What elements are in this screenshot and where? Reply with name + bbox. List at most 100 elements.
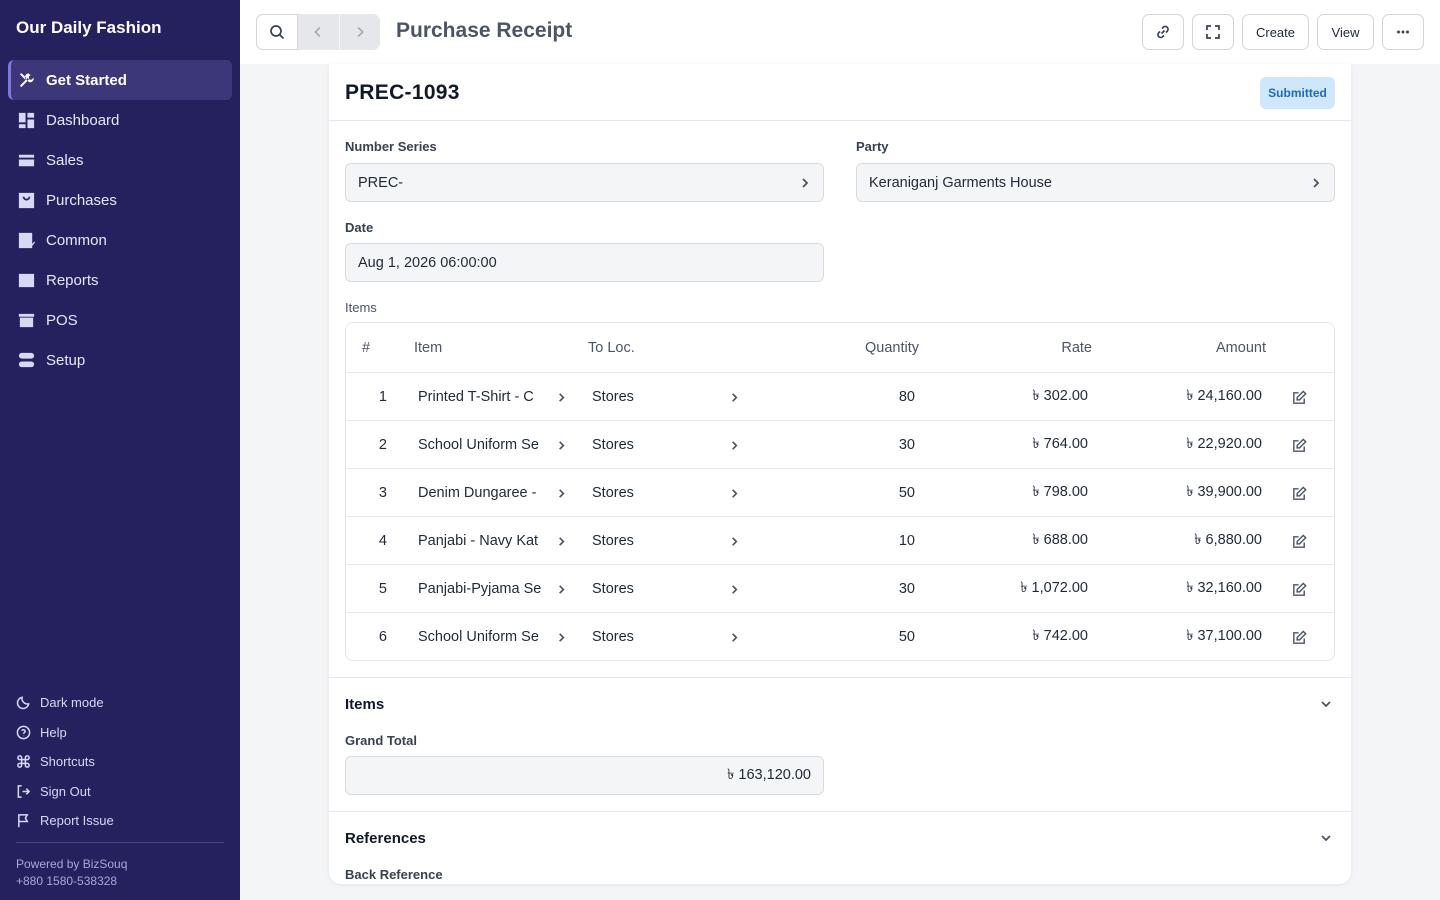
sidebar-item-common[interactable]: Common bbox=[8, 220, 232, 260]
sidebar-item-label: POS bbox=[46, 311, 78, 329]
sidebar-item-purchases[interactable]: Purchases bbox=[8, 180, 232, 220]
party-field[interactable]: Keraniganj Garments House bbox=[856, 163, 1335, 202]
table-row[interactable]: 3 Denim Dungaree - Stores 50 ৳ 798.00 ৳ 39,90… bbox=[346, 468, 1334, 516]
back-reference-label: Back Reference bbox=[345, 867, 443, 882]
table-row[interactable]: 5 Panjabi-Pyjama Se Stores 30 ৳ 1,072.00 ৳ 32… bbox=[346, 564, 1334, 612]
row-to-loc[interactable]: Stores bbox=[592, 373, 712, 421]
edit-icon[interactable] bbox=[1291, 565, 1311, 613]
row-to-loc[interactable]: Stores bbox=[592, 421, 712, 469]
references-section-title: References bbox=[345, 830, 426, 847]
document-title: PREC-1093 bbox=[345, 81, 460, 104]
edit-icon[interactable] bbox=[1291, 373, 1311, 421]
edit-icon[interactable] bbox=[1291, 517, 1311, 565]
edit-icon[interactable] bbox=[1291, 613, 1311, 660]
row-to-loc[interactable]: Stores bbox=[592, 469, 712, 517]
chevron-right-icon[interactable] bbox=[556, 421, 568, 469]
row-amount: ৳ 22,920.00 bbox=[1186, 436, 1262, 452]
edit-icon[interactable] bbox=[1291, 421, 1311, 469]
view-button[interactable]: View bbox=[1317, 14, 1374, 50]
sidebar-item-setup[interactable]: Setup bbox=[8, 340, 232, 380]
report-issue-link[interactable]: Report Issue bbox=[16, 806, 224, 836]
grand-total-value: ৳ 163,120.00 bbox=[727, 766, 811, 783]
sidebar-item-get-started[interactable]: Get Started bbox=[8, 60, 232, 100]
items-section-title: Items bbox=[345, 696, 385, 713]
row-to-loc[interactable]: Stores bbox=[592, 565, 712, 613]
row-item[interactable]: Printed T-Shirt - C bbox=[418, 373, 542, 421]
sign-out-label: Sign Out bbox=[40, 783, 91, 799]
date-field[interactable]: Aug 1, 2026 06:00:00 bbox=[345, 243, 824, 282]
copy-link-button[interactable] bbox=[1142, 14, 1184, 50]
history-nav bbox=[298, 14, 380, 50]
header-to-loc: To Loc. bbox=[588, 339, 635, 356]
sidebar-item-sales[interactable]: Sales bbox=[8, 140, 232, 180]
sales-icon bbox=[16, 150, 36, 170]
more-button[interactable] bbox=[1382, 14, 1424, 50]
chevron-right-icon[interactable] bbox=[729, 373, 741, 421]
help-link[interactable]: Help bbox=[16, 718, 224, 748]
chevron-left-icon bbox=[314, 27, 321, 37]
row-to-loc[interactable]: Stores bbox=[592, 517, 712, 565]
row-item[interactable]: Denim Dungaree - bbox=[418, 469, 542, 517]
dashboard-icon bbox=[16, 110, 36, 130]
table-row[interactable]: 1 Printed T-Shirt - C Stores 80 ৳ 302.00 ৳ 24… bbox=[346, 372, 1334, 420]
chevron-down-icon[interactable] bbox=[1319, 831, 1333, 845]
chevron-right-icon[interactable] bbox=[729, 565, 741, 613]
row-rate: ৳ 688.00 bbox=[1032, 532, 1088, 548]
row-rate: ৳ 1,072.00 bbox=[1020, 580, 1088, 596]
row-number: 1 bbox=[378, 389, 387, 405]
search-button[interactable] bbox=[256, 14, 298, 50]
chevron-right-icon[interactable] bbox=[729, 421, 741, 469]
row-item[interactable]: Panjabi-Pyjama Se bbox=[418, 565, 542, 613]
sign-out-link[interactable]: Sign Out bbox=[16, 777, 224, 807]
forward-button[interactable] bbox=[340, 14, 381, 50]
row-number: 3 bbox=[378, 485, 387, 501]
dark-mode-link[interactable]: Dark mode bbox=[16, 688, 224, 718]
chevron-right-icon[interactable] bbox=[556, 373, 568, 421]
row-rate: ৳ 302.00 bbox=[1032, 388, 1088, 404]
fullscreen-button[interactable] bbox=[1192, 14, 1234, 50]
chevron-right-icon[interactable] bbox=[556, 565, 568, 613]
tools-icon bbox=[16, 70, 36, 90]
create-button[interactable]: Create bbox=[1242, 14, 1309, 50]
row-number: 4 bbox=[378, 533, 387, 549]
more-icon bbox=[1397, 30, 1409, 34]
table-row[interactable]: 6 School Uniform Se Stores 50 ৳ 742.00 ৳ 37,1… bbox=[346, 612, 1334, 660]
back-button[interactable] bbox=[298, 14, 340, 50]
shortcuts-link[interactable]: Shortcuts bbox=[16, 747, 224, 777]
chevron-down-icon[interactable] bbox=[1319, 697, 1333, 711]
sign-out-icon bbox=[16, 783, 32, 799]
table-row[interactable]: 4 Panjabi - Navy Kat Stores 10 ৳ 688.00 ৳ 6,8… bbox=[346, 516, 1334, 564]
row-quantity: 30 bbox=[898, 437, 915, 453]
row-item[interactable]: School Uniform Se bbox=[418, 421, 542, 469]
edit-icon[interactable] bbox=[1291, 469, 1311, 517]
chevron-right-icon[interactable] bbox=[729, 613, 741, 660]
grand-total-field[interactable]: ৳ 163,120.00 bbox=[345, 756, 824, 795]
row-number: 6 bbox=[378, 629, 387, 645]
document-card: PREC-1093 Submitted Number Series PREC- … bbox=[329, 64, 1351, 884]
chevron-right-icon[interactable] bbox=[729, 469, 741, 517]
chevron-right-icon bbox=[357, 27, 364, 37]
sidebar-divider bbox=[16, 842, 224, 843]
chevron-right-icon[interactable] bbox=[556, 613, 568, 660]
sidebar-item-reports[interactable]: Reports bbox=[8, 260, 232, 300]
common-icon bbox=[16, 230, 36, 250]
header-quantity: Quantity bbox=[865, 339, 919, 356]
row-quantity: 80 bbox=[898, 389, 915, 405]
help-icon bbox=[16, 724, 32, 740]
table-row[interactable]: 2 School Uniform Se Stores 30 ৳ 764.00 ৳ 22,9… bbox=[346, 420, 1334, 468]
chevron-right-icon[interactable] bbox=[729, 517, 741, 565]
chevron-right-icon[interactable] bbox=[556, 469, 568, 517]
help-label: Help bbox=[40, 724, 67, 740]
row-item[interactable]: School Uniform Se bbox=[418, 613, 542, 660]
brand-name: Our Daily Fashion bbox=[16, 18, 162, 37]
section-divider bbox=[329, 677, 1351, 678]
number-series-field[interactable]: PREC- bbox=[345, 163, 824, 202]
chevron-right-icon[interactable] bbox=[556, 517, 568, 565]
row-to-loc[interactable]: Stores bbox=[592, 613, 712, 660]
link-icon bbox=[1157, 25, 1169, 39]
sidebar-item-dashboard[interactable]: Dashboard bbox=[8, 100, 232, 140]
moon-icon bbox=[16, 695, 32, 711]
sidebar-item-pos[interactable]: POS bbox=[8, 300, 232, 340]
row-rate: ৳ 764.00 bbox=[1032, 436, 1088, 452]
row-item[interactable]: Panjabi - Navy Kat bbox=[418, 517, 542, 565]
